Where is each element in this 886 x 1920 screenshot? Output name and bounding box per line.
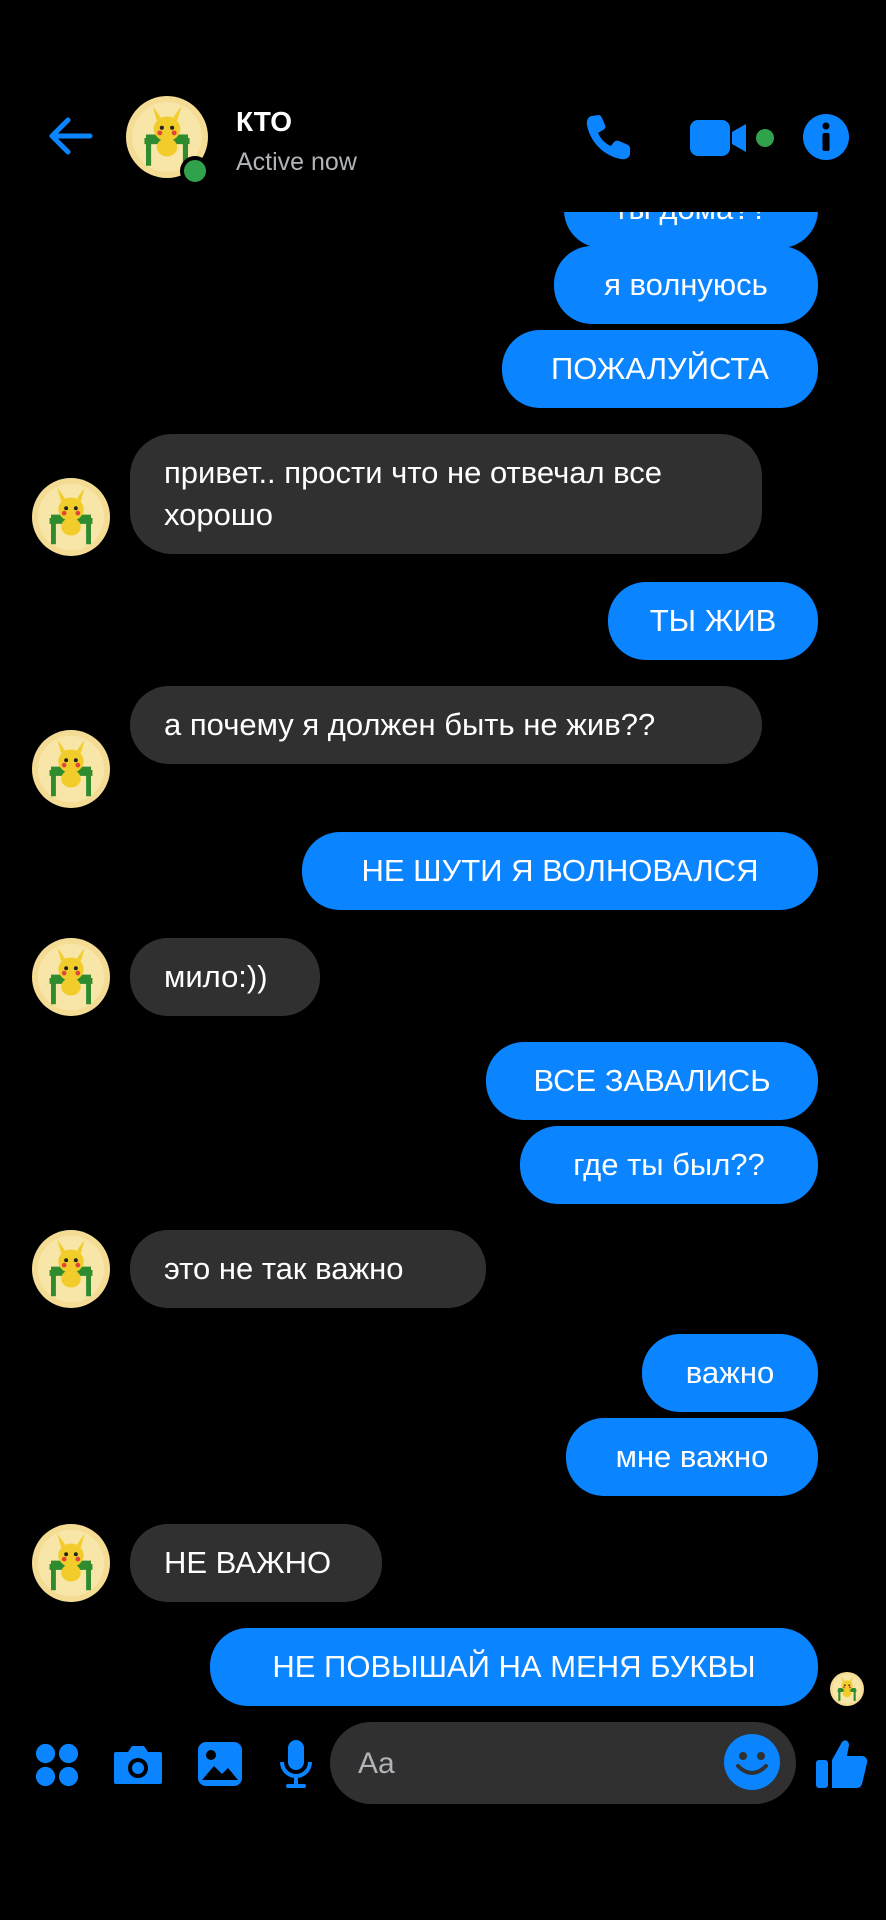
video-camera-icon[interactable] xyxy=(688,116,752,160)
outgoing-message[interactable]: ТЫ ЖИВ xyxy=(608,582,818,660)
outgoing-message[interactable]: ПОЖАЛУЙСТА xyxy=(502,330,818,408)
outgoing-message[interactable]: мне важно xyxy=(566,1418,818,1496)
sender-avatar[interactable] xyxy=(32,1230,110,1308)
incoming-message[interactable]: мило:)) xyxy=(130,938,320,1016)
contact-name[interactable]: КТО xyxy=(236,106,292,138)
sender-avatar[interactable] xyxy=(32,478,110,556)
image-icon[interactable] xyxy=(196,1740,244,1788)
smiley-icon[interactable] xyxy=(722,1732,782,1792)
outgoing-message[interactable]: НЕ ШУТИ Я ВОЛНОВАЛСЯ xyxy=(302,832,818,910)
back-arrow-icon[interactable] xyxy=(42,108,98,164)
contact-status: Active now xyxy=(236,148,357,176)
sender-avatar[interactable] xyxy=(32,938,110,1016)
incoming-message[interactable]: привет.. прости что не отвечал все хорош… xyxy=(130,434,762,554)
outgoing-message[interactable]: важно xyxy=(642,1334,818,1412)
message-input[interactable] xyxy=(356,1722,740,1806)
four-dots-icon[interactable] xyxy=(34,1742,80,1788)
message-thread[interactable]: ты дома?? я волнуюсь ПОЖАЛУЙСТА привет..… xyxy=(0,212,886,1712)
outgoing-message[interactable]: где ты был?? xyxy=(520,1126,818,1204)
incoming-message[interactable]: а почему я должен быть не жив?? xyxy=(130,686,762,764)
conversation-header: КТО Active now xyxy=(0,0,886,212)
seen-receipt-avatar xyxy=(830,1672,864,1706)
outgoing-message[interactable]: НЕ ПОВЫШАЙ НА МЕНЯ БУКВЫ xyxy=(210,1628,818,1706)
online-indicator xyxy=(180,156,210,186)
outgoing-message[interactable]: ты дома?? xyxy=(564,212,818,248)
incoming-message[interactable]: НЕ ВАЖНО xyxy=(130,1524,382,1602)
phone-icon[interactable] xyxy=(580,110,636,166)
info-icon[interactable] xyxy=(802,113,850,161)
video-active-dot xyxy=(756,129,774,147)
sender-avatar[interactable] xyxy=(32,1524,110,1602)
camera-icon[interactable] xyxy=(112,1742,164,1786)
outgoing-message[interactable]: я волнуюсь xyxy=(554,246,818,324)
microphone-icon[interactable] xyxy=(278,1738,314,1790)
incoming-message[interactable]: это не так важно xyxy=(130,1230,486,1308)
thumbs-up-icon[interactable] xyxy=(814,1736,870,1792)
sender-avatar[interactable] xyxy=(32,730,110,808)
message-input-field[interactable] xyxy=(330,1722,796,1806)
composer-bar xyxy=(0,1712,886,1820)
outgoing-message[interactable]: ВСЕ ЗАВАЛИСЬ xyxy=(486,1042,818,1120)
